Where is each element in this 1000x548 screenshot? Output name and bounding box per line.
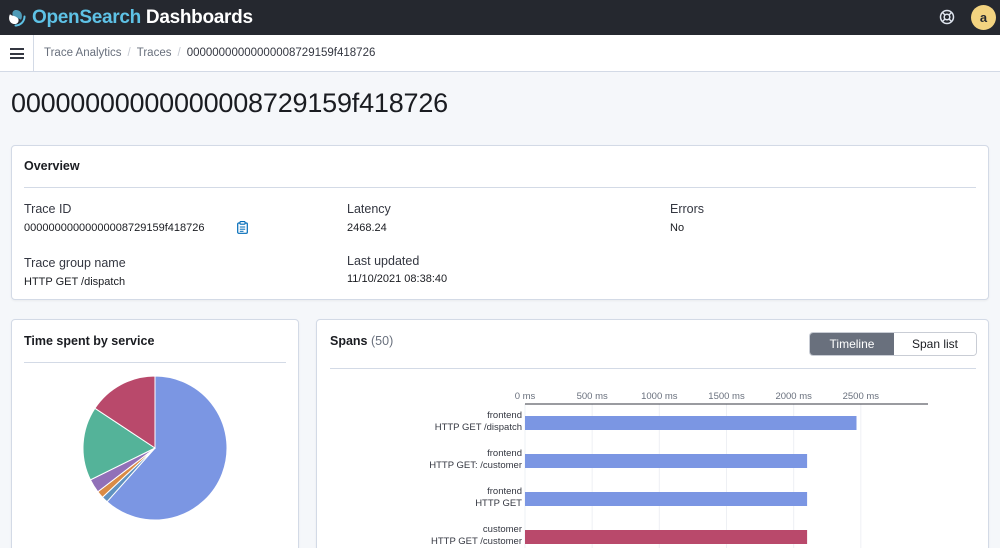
spans-panel: Spans (50) Timeline Span list 0 ms 500 ms… xyxy=(316,319,989,548)
breadcrumb-trace-analytics[interactable]: Trace Analytics xyxy=(44,47,122,59)
breadcrumb-current-trace: 00000000000000008729159f418726 xyxy=(186,47,376,59)
spans-timeline-chart: 0 ms 500 ms 1000 ms 1500 ms 2000 ms 2500 ms fr… xyxy=(429,391,928,548)
breadcrumb-bar: Trace Analytics / Traces / 0000000000000… xyxy=(0,35,1000,72)
menu-divider xyxy=(33,35,34,72)
user-avatar[interactable]: a xyxy=(971,5,996,30)
time-spent-pie-chart xyxy=(82,375,228,521)
breadcrumb-traces[interactable]: Traces xyxy=(137,47,172,59)
errors-value: No xyxy=(670,222,685,234)
span-service-label: frontend xyxy=(487,410,522,421)
last-updated-label: Last updated xyxy=(347,254,420,268)
copy-icon[interactable] xyxy=(237,221,248,234)
x-tick-label: 2500 ms xyxy=(843,391,880,402)
top-header: OpenSearch Dashboards a xyxy=(0,0,1000,35)
span-service-label: frontend xyxy=(487,448,522,459)
time-spent-panel: Time spent by service xyxy=(11,319,299,548)
brand-name-open: Open xyxy=(32,6,80,28)
trace-group-value: HTTP GET /dispatch xyxy=(24,276,126,288)
span-operation-label: HTTP GET xyxy=(475,498,522,509)
overview-divider xyxy=(24,187,976,188)
x-tick-label: 500 ms xyxy=(577,391,608,402)
errors-label: Errors xyxy=(670,202,705,216)
breadcrumb-separator: / xyxy=(177,47,181,59)
span-bar[interactable] xyxy=(525,454,808,468)
brand-name: OpenSearch Dashboards xyxy=(32,7,253,29)
breadcrumb: Trace Analytics / Traces / 0000000000000… xyxy=(44,47,375,59)
menu-toggle-icon[interactable] xyxy=(10,48,24,59)
span-service-label: customer xyxy=(483,524,522,535)
span-bar[interactable] xyxy=(525,530,808,544)
brand-name-search: Search xyxy=(79,6,141,28)
latency-label: Latency xyxy=(347,202,391,216)
trace-id-label: Trace ID xyxy=(24,202,72,216)
breadcrumb-separator: / xyxy=(127,47,131,59)
latency-value: 2468.24 xyxy=(347,222,387,234)
span-operation-label: HTTP GET /customer xyxy=(431,536,522,547)
span-service-label: frontend xyxy=(487,486,522,497)
x-tick-label: 1500 ms xyxy=(708,391,745,402)
span-operation-label: HTTP GET /dispatch xyxy=(435,422,522,433)
span-bar[interactable] xyxy=(525,416,857,430)
x-tick-label: 0 ms xyxy=(515,391,536,402)
span-bar[interactable] xyxy=(525,492,808,506)
trace-id-value: 00000000000000008729159f418726 xyxy=(24,222,205,234)
opensearch-logo-icon xyxy=(9,9,26,26)
span-operation-label: HTTP GET: /customer xyxy=(429,460,522,471)
overview-title: Overview xyxy=(24,159,80,173)
last-updated-value: 11/10/2021 08:38:40 xyxy=(347,273,448,285)
help-icon[interactable] xyxy=(938,8,956,26)
trace-group-label: Trace group name xyxy=(24,256,126,270)
brand-name-dashboards: Dashboards xyxy=(145,6,253,28)
x-tick-label: 2000 ms xyxy=(775,391,812,402)
brand-link[interactable]: OpenSearch Dashboards xyxy=(8,7,253,29)
x-tick-label: 1000 ms xyxy=(641,391,678,402)
overview-panel: Overview Trace ID 0000000000000000872915… xyxy=(11,145,989,300)
page-title: 00000000000000008729159f418726 xyxy=(11,88,448,118)
